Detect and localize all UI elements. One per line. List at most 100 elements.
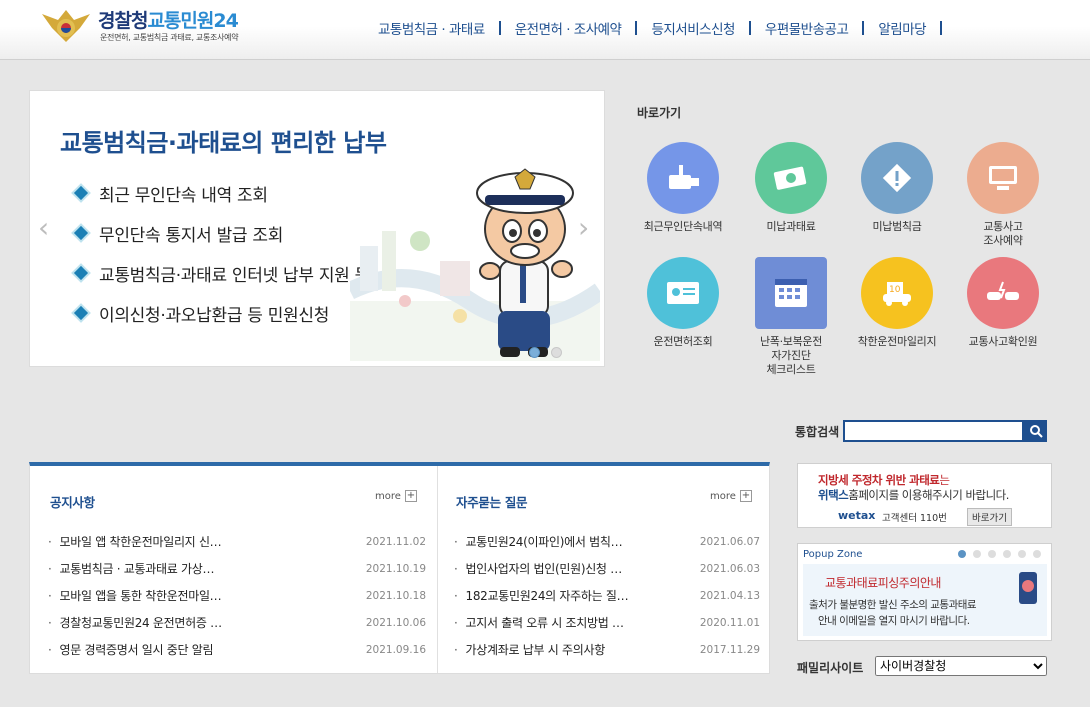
popup-dot-3[interactable] (988, 550, 996, 558)
quick-link-accident-certificate[interactable]: 교통사고확인원 (948, 257, 1058, 349)
banner-feature-item: 무인단속 통지서 발급 조회 (73, 213, 370, 253)
popup-zone: Popup Zone 교통과태료피싱주의안내 출처가 불분명한 발신 주소의 교… (797, 543, 1052, 641)
family-site-label: 패밀리사이트 (797, 661, 864, 675)
main-slider-banner[interactable]: 교통범칙금·과태료의 편리한 납부 최근 무인단속 내역 조회 무인단속 통지서… (29, 90, 605, 367)
notice-list: 모바일 앱 착한운전마일리지 신…2021.11.02 교통범칙금 · 교통과태… (48, 528, 426, 663)
faq-item[interactable]: 법인사업자의 법인(민원)신청 …2021.06.03 (454, 555, 760, 582)
popup-banner-phishing[interactable]: 교통과태료피싱주의안내 출처가 불분명한 발신 주소의 교통과태료 안내 이메일… (803, 564, 1047, 636)
banner-feature-item: 이의신청·과오납환급 등 민원신청 (73, 293, 370, 333)
plus-icon: + (404, 490, 417, 502)
popup-banner-text-2: 안내 이메일을 열지 마시기 바랍니다. (818, 615, 970, 627)
monitor-icon (967, 142, 1039, 214)
camera-icon (647, 142, 719, 214)
popup-pagination (958, 550, 1041, 558)
notice-more-button[interactable]: more + (375, 490, 417, 502)
banner-feature-item: 최근 무인단속 내역 조회 (73, 173, 370, 213)
notice-item[interactable]: 교통범칙금 · 교통과태료 가상…2021.10.19 (48, 555, 426, 582)
quick-link-recent-enforcement[interactable]: 최근무인단속내역 (628, 142, 738, 234)
nav-service-apply[interactable]: 등지서비스신청 (637, 18, 748, 38)
logo-title-service: 교통민원24 (147, 10, 238, 32)
site-header: 경찰청교통민원24 운전면허, 교통범칙금 과태료, 교통조사예약 교통범칙금 … (0, 0, 1090, 60)
slider-dot-2[interactable] (551, 347, 562, 358)
quick-links-title: 바로가기 (637, 106, 682, 120)
quick-link-accident-reservation[interactable]: 교통사고 조사예약 (948, 142, 1058, 248)
diamond-bullet-icon (73, 305, 89, 321)
logo-title-agency: 경찰청 (98, 10, 148, 32)
popup-banner-title: 교통과태료피싱주의안내 (825, 576, 941, 590)
quick-link-label: 최근무인단속내역 (643, 220, 723, 233)
svg-text:10: 10 (889, 285, 901, 295)
police-emblem-logo[interactable] (40, 6, 92, 44)
faq-title[interactable]: 자주묻는 질문 (456, 492, 528, 511)
integrated-search-input[interactable] (843, 420, 1024, 442)
money-icon (755, 142, 827, 214)
popup-zone-title: Popup Zone (803, 549, 863, 560)
banner-title: 교통범칙금·과태료의 편리한 납부 (60, 129, 387, 157)
quick-link-label: 미납과태료 (766, 220, 816, 233)
quick-link-unpaid-penalty[interactable]: 미납범칙금 (842, 142, 952, 234)
faq-list: 교통민원24(이파인)에서 범칙…2021.06.07 법인사업자의 법인(민원… (454, 528, 760, 663)
wetax-tel: 고객센터 110번 (882, 513, 947, 524)
slider-next-button[interactable]: › (578, 211, 589, 244)
quick-link-label: 운전면허조회 (653, 335, 713, 348)
quick-link-label: 교통사고 조사예약 (983, 220, 1023, 247)
wetax-line2: 위택스홈페이지를 이용해주시기 바랍니다. (818, 488, 1009, 502)
search-button[interactable] (1024, 420, 1047, 442)
notice-item[interactable]: 모바일 앱을 통한 착한운전마일…2021.10.18 (48, 582, 426, 609)
wetax-logo: wetax (838, 509, 876, 522)
faq-item[interactable]: 교통민원24(이파인)에서 범칙…2021.06.07 (454, 528, 760, 555)
notice-item[interactable]: 영문 경력증명서 일시 중단 알림2021.09.16 (48, 636, 426, 663)
quick-link-label: 미납범칙금 (872, 220, 922, 233)
banner-feature-item: 교통범칙금·과태료 인터넷 납부 지원 등 (73, 253, 370, 293)
quick-link-label: 난폭·보복운전 자가진단 체크리스트 (759, 335, 823, 376)
nav-license[interactable]: 운전면허 · 조사예약 (501, 18, 636, 38)
faq-item[interactable]: 182교통민원24의 자주하는 질…2021.04.13 (454, 582, 760, 609)
integrated-search-label: 통합검색 (795, 425, 840, 439)
popup-dot-1[interactable] (958, 550, 966, 558)
slider-dot-1[interactable] (529, 347, 540, 358)
quick-link-unpaid-fine[interactable]: 미납과태료 (736, 142, 846, 234)
quick-link-good-driving-mileage[interactable]: 10 착한운전마일리지 (842, 257, 952, 349)
mileage-icon: 10 (861, 257, 933, 329)
nav-mail-return[interactable]: 우편물반송공고 (751, 18, 862, 38)
faq-item[interactable]: 고지서 출력 오류 시 조치방법 …2020.11.01 (454, 609, 760, 636)
faq-more-button[interactable]: more + (710, 490, 752, 502)
quick-link-license-lookup[interactable]: 운전면허조회 (628, 257, 738, 349)
banner-feature-list: 최근 무인단속 내역 조회 무인단속 통지서 발급 조회 교통범칙금·과태료 인… (73, 173, 370, 333)
board-panel: 공지사항 more + 모바일 앱 착한운전마일리지 신…2021.11.02 … (29, 462, 770, 674)
calendar-check-icon (755, 257, 827, 329)
notice-item[interactable]: 경찰청교통민원24 운전면허증 …2021.10.06 (48, 609, 426, 636)
family-site-select[interactable]: 사이버경찰청 (875, 656, 1047, 676)
popup-dot-5[interactable] (1018, 550, 1026, 558)
notice-item[interactable]: 모바일 앱 착한운전마일리지 신…2021.11.02 (48, 528, 426, 555)
more-label: more (710, 490, 736, 502)
slider-pagination (529, 347, 562, 358)
diamond-bullet-icon (73, 225, 89, 241)
more-label: more (375, 490, 401, 502)
crash-icon (967, 257, 1039, 329)
site-logo-title[interactable]: 경찰청교통민원24 (98, 6, 239, 33)
quick-link-label: 교통사고확인원 (968, 335, 1038, 348)
quick-link-label: 착한운전마일리지 (857, 335, 937, 348)
nav-separator (940, 21, 943, 35)
popup-banner-text-1: 출처가 불분명한 발신 주소의 교통과태료 (809, 599, 977, 611)
popup-dot-6[interactable] (1033, 550, 1041, 558)
police-mascot-illustration (345, 151, 604, 361)
plus-icon: + (739, 490, 752, 502)
nav-notice[interactable]: 알림마당 (864, 18, 940, 38)
search-icon (1029, 425, 1043, 438)
faq-section: 자주묻는 질문 more + 교통민원24(이파인)에서 범칙…2021.06.… (438, 466, 769, 673)
quick-link-aggressive-driving-checklist[interactable]: 난폭·보복운전 자가진단 체크리스트 (736, 257, 846, 377)
phishing-warning-icon (1019, 572, 1037, 604)
notice-section: 공지사항 more + 모바일 앱 착한운전마일리지 신…2021.11.02 … (30, 466, 438, 673)
diamond-bullet-icon (73, 265, 89, 281)
notice-title[interactable]: 공지사항 (50, 492, 95, 511)
popup-dot-2[interactable] (973, 550, 981, 558)
popup-dot-4[interactable] (1003, 550, 1011, 558)
nav-fines[interactable]: 교통범칙금 · 과태료 (364, 18, 499, 38)
license-icon (647, 257, 719, 329)
faq-item[interactable]: 가상계좌로 납부 시 주의사항2017.11.29 (454, 636, 760, 663)
slider-prev-button[interactable]: ‹ (38, 211, 49, 244)
wetax-banner[interactable]: 지방세 주정차 위반 과태료는 위택스홈페이지를 이용해주시기 바랍니다. we… (797, 463, 1052, 528)
wetax-go-button[interactable]: 바로가기 (967, 508, 1012, 526)
